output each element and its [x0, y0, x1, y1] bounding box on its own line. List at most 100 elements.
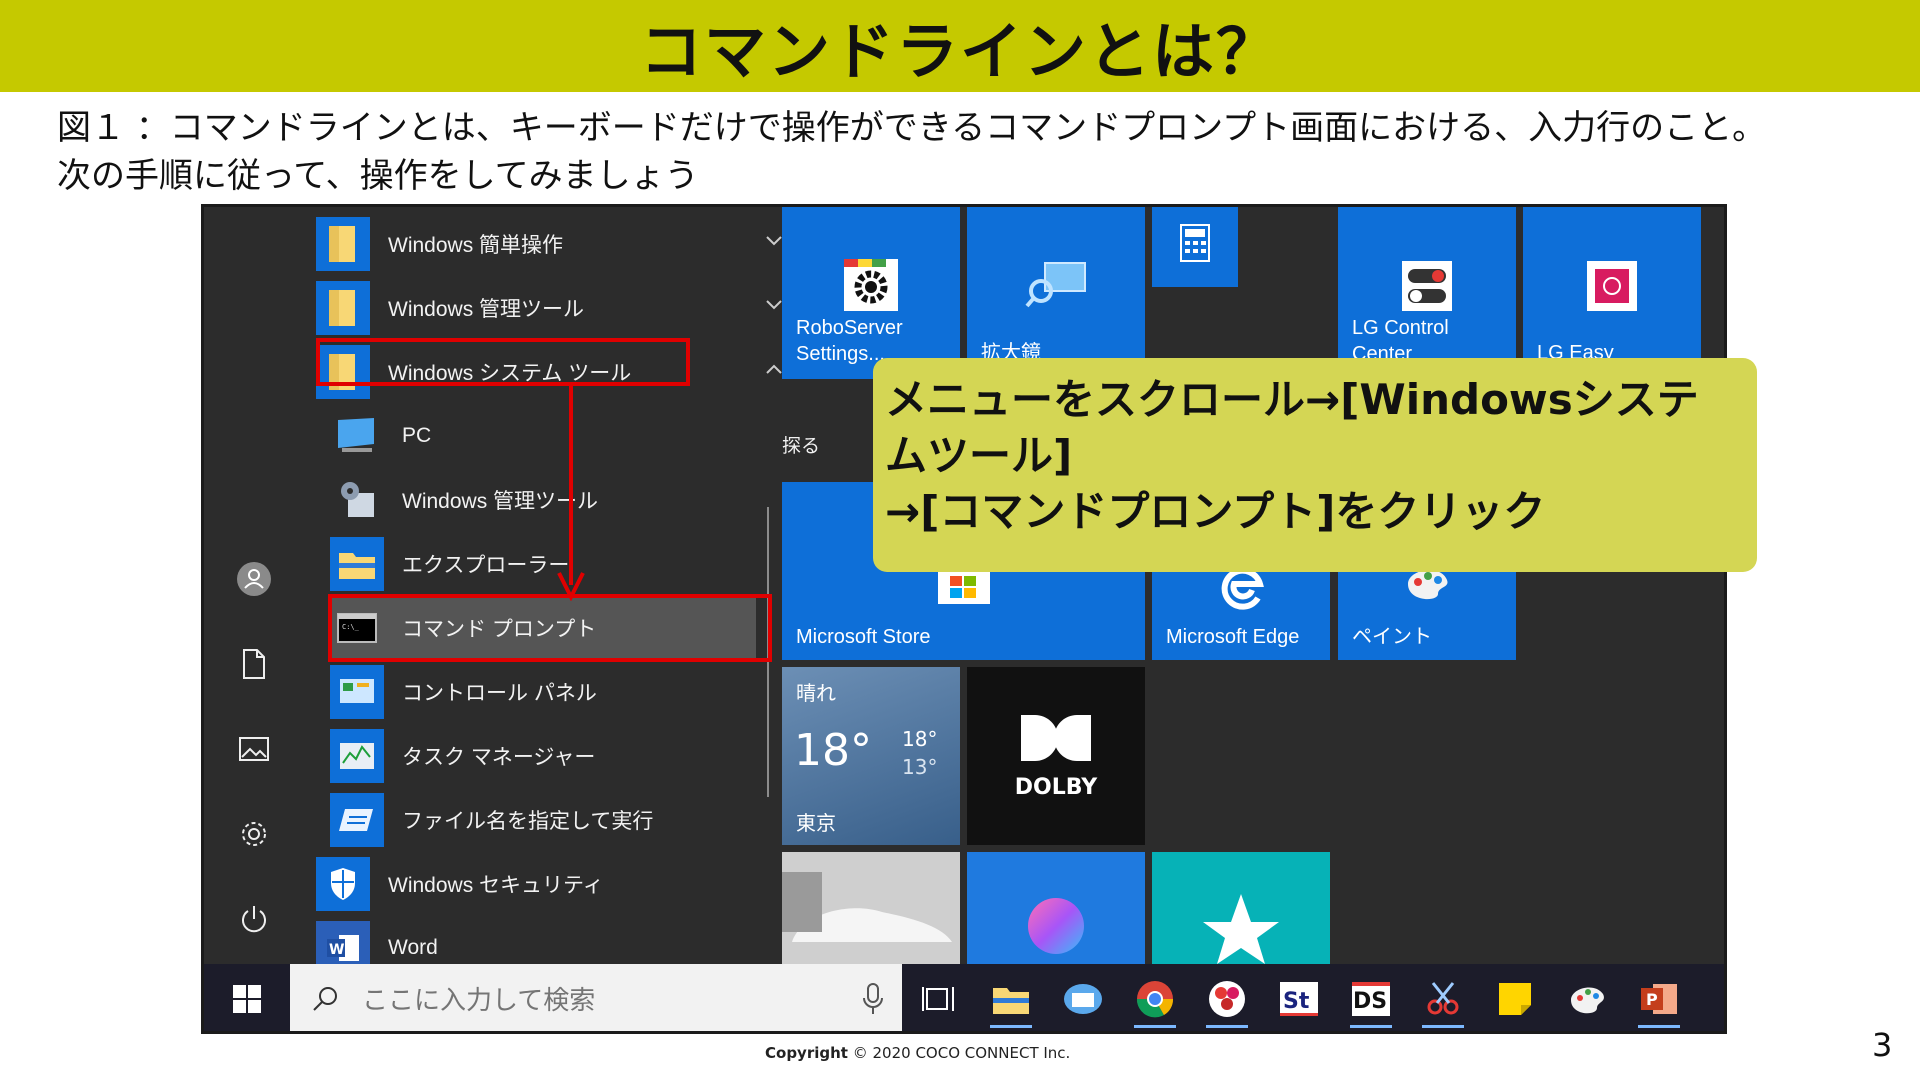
app-item-task-manager[interactable]: タスク マネージャー [330, 726, 798, 786]
control-panel-icon [330, 665, 384, 719]
magnifier-icon [1025, 259, 1087, 313]
slide-header: コマンドラインとは？ [0, 0, 1920, 92]
instruction-callout: メニューをスクロール→[Windowsシステ ムツール] →[コマンドプロンプト… [873, 358, 1757, 572]
explorer-icon [330, 537, 384, 591]
slide-title: コマンドラインとは？ [639, 15, 1280, 88]
app-item-control-panel[interactable]: コントロール パネル [330, 662, 798, 722]
app-item-windows-admin-tools[interactable]: Windows 管理ツール [316, 278, 784, 338]
highlight-system-tools [316, 338, 690, 386]
red-arrow-icon [557, 385, 585, 601]
app-label: Word [388, 936, 438, 959]
callout-line-3: →[コマンドプロンプト]をクリック [885, 487, 1546, 536]
snipping-tool-taskbar-icon[interactable] [1420, 976, 1466, 1028]
slide-description: 図１ ：コマンドラインとは、キーボードだけで操作ができるコマンドプロンプト画面に… [57, 104, 1766, 200]
tile-label: Microsoft Edge [1166, 626, 1300, 648]
windows-logo-icon [233, 985, 261, 1013]
toggle-switch-icon [1400, 259, 1454, 317]
pc-icon [330, 409, 384, 463]
svg-text:DS: DS [1353, 989, 1387, 1014]
app-label: Windows 管理ツール [388, 298, 585, 321]
app-item-windows-accessibility[interactable]: Windows 簡単操作 [316, 214, 784, 274]
tile-magnifier[interactable]: 拡大鏡 [967, 207, 1145, 379]
weather-high: 18° [902, 727, 938, 751]
weather-temperature: 18° [794, 725, 872, 776]
callout-line-2: ムツール] [885, 431, 1073, 480]
tile-label: ペイント [1352, 626, 1432, 648]
copyright-notice: Copyright © 2020 COCO CONNECT Inc. [765, 1044, 1070, 1062]
task-view-icon[interactable] [916, 976, 962, 1022]
app-label: PC [402, 424, 432, 447]
app-label: タスク マネージャー [402, 746, 596, 769]
tile-label: Microsoft Store [796, 626, 931, 648]
weather-low: 13° [902, 755, 938, 779]
callout-line-1: メニューをスクロール→[Windowsシステ [885, 375, 1699, 424]
weather-condition: 晴れ [796, 681, 836, 705]
app-item-windows-security[interactable]: Windows セキュリティ [316, 854, 784, 914]
tile-star-app[interactable] [1152, 852, 1330, 964]
taskbar-search-box[interactable] [290, 964, 902, 1031]
power-icon[interactable] [234, 899, 274, 939]
description-line-2: 次の手順に従って、操作をしてみましょう [57, 156, 699, 196]
description-line-1: 図１ ：コマンドラインとは、キーボードだけで操作ができるコマンドプロンプト画面に… [57, 108, 1767, 148]
car-photo-icon [782, 852, 960, 964]
start-button[interactable] [204, 964, 290, 1031]
dolby-wordmark: DOLBY [1014, 775, 1098, 800]
app-label: Windows セキュリティ [388, 874, 604, 897]
app-label: ファイル名を指定して実行 [402, 810, 654, 833]
dolby-logo-icon [1017, 713, 1095, 767]
search-icon [313, 987, 337, 1011]
sticky-notes-taskbar-icon[interactable] [1492, 976, 1538, 1022]
highlight-command-prompt [328, 594, 772, 662]
copyright-label: Copyright [765, 1044, 848, 1062]
calculator-icon [1179, 223, 1211, 267]
edge-icon [1218, 567, 1264, 618]
search-input[interactable] [360, 979, 834, 1021]
gear-icon [842, 257, 900, 317]
tile-weather[interactable]: 晴れ 18° 18° 13° 東京 [782, 667, 960, 845]
copyright-text: © 2020 COCO CONNECT Inc. [847, 1044, 1071, 1062]
colorful-app-taskbar-icon[interactable] [1204, 976, 1250, 1028]
powerpoint-taskbar-icon[interactable]: P [1636, 976, 1682, 1028]
tile-tips[interactable] [967, 852, 1145, 964]
microphone-icon[interactable] [862, 982, 884, 1016]
paint-taskbar-icon[interactable] [1564, 976, 1610, 1022]
folder-icon [316, 217, 370, 271]
pictures-icon[interactable] [234, 729, 274, 769]
page-number: 3 [1872, 1026, 1893, 1064]
chrome-taskbar-icon[interactable] [1132, 976, 1178, 1028]
tile-photos[interactable] [782, 852, 960, 964]
admin-tools-icon [330, 473, 384, 527]
svg-text:W: W [329, 942, 344, 958]
taskbar: St DS P [204, 964, 1724, 1031]
task-manager-icon [330, 729, 384, 783]
chevron-down-icon[interactable] [764, 298, 784, 312]
star-icon [1201, 892, 1281, 964]
weather-city: 東京 [796, 811, 836, 835]
section-title: 探る [782, 435, 821, 457]
tile-dolby[interactable]: DOLBY [967, 667, 1145, 845]
documents-icon[interactable] [234, 644, 274, 684]
app-label: エクスプローラー [402, 554, 570, 577]
app-label: コントロール パネル [402, 682, 597, 705]
tile-lg-easy-guide[interactable]: LG Easy Guide [1523, 207, 1701, 379]
run-icon [330, 793, 384, 847]
mail-app-taskbar-icon[interactable] [1060, 976, 1106, 1022]
svg-text:St: St [1283, 989, 1310, 1014]
tile-calculator[interactable] [1152, 207, 1238, 287]
chevron-down-icon[interactable] [764, 234, 784, 248]
lightbulb-icon [1026, 896, 1086, 964]
guide-book-icon [1585, 259, 1639, 317]
ds-app-taskbar-icon[interactable]: DS [1348, 976, 1394, 1028]
st-app-taskbar-icon[interactable]: St [1276, 976, 1322, 1022]
chevron-up-icon[interactable] [764, 362, 784, 376]
svg-text:P: P [1646, 990, 1658, 1009]
tile-roboserver[interactable]: RoboServer Settings... [782, 207, 960, 379]
tile-lg-control-center[interactable]: LG Control Center [1338, 207, 1516, 379]
folder-icon [316, 281, 370, 335]
file-explorer-taskbar-icon[interactable] [988, 976, 1034, 1028]
app-label: Windows 簡単操作 [388, 234, 564, 257]
start-menu-screenshot: Windows 簡単操作 Windows 管理ツール Windows システム … [201, 204, 1727, 1034]
user-avatar-icon[interactable] [234, 559, 274, 599]
app-item-run[interactable]: ファイル名を指定して実行 [330, 790, 798, 850]
settings-gear-icon[interactable] [234, 814, 274, 854]
